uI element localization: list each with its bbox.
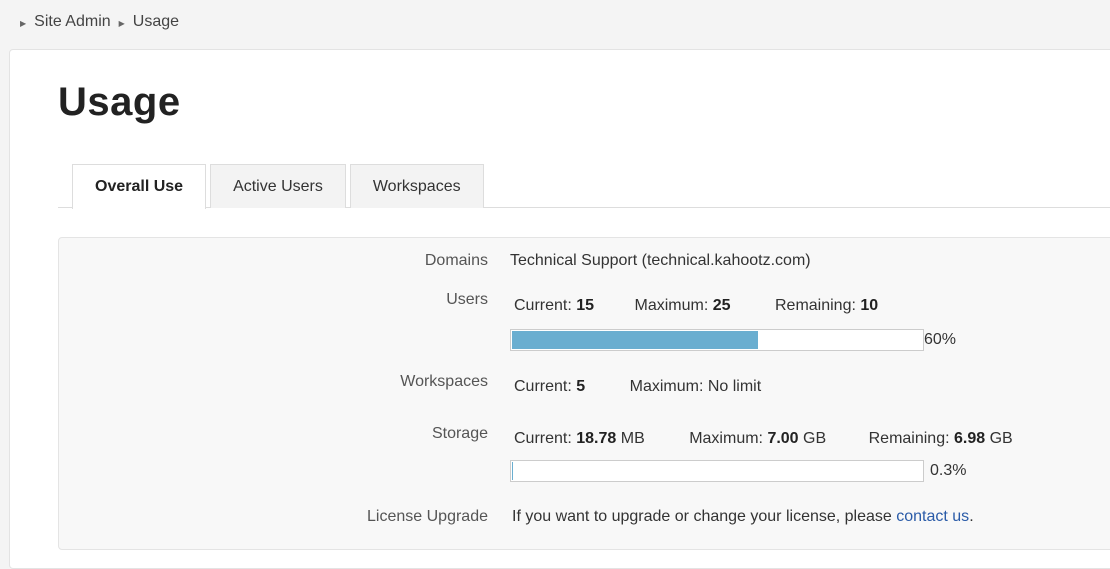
license-value: If you want to upgrade or change your li… — [512, 508, 974, 525]
contact-us-link[interactable]: contact us — [896, 508, 969, 525]
users-progress-fill — [512, 331, 758, 349]
domains-label: Domains — [424, 252, 488, 269]
tab-overall-use[interactable]: Overall Use — [72, 164, 207, 209]
storage-progress-fill — [512, 462, 514, 480]
workspaces-maximum: Maximum: No limit — [629, 378, 762, 395]
caret-right-icon: ▶ — [20, 18, 27, 28]
breadcrumb-label: Usage — [132, 13, 180, 30]
storage-progress: 0.3% — [510, 460, 966, 482]
breadcrumb-label: Site Admin — [34, 13, 111, 30]
workspaces-current: Current: 5 — [514, 378, 586, 395]
storage-label: Storage — [431, 425, 488, 442]
tab-bar: Overall Use Active Users Workspaces — [72, 164, 1110, 209]
users-remaining: Remaining: 10 — [774, 297, 879, 314]
breadcrumb-item-usage[interactable]: ▶ Usage — [119, 13, 179, 31]
breadcrumb: ▶ Site Admin ▶ Usage — [20, 0, 179, 44]
storage-progress-bar — [510, 460, 924, 482]
storage-remaining: Remaining: 6.98 GB — [868, 430, 1013, 447]
page-title: Usage — [58, 80, 181, 124]
users-stats: Current: 15 Maximum: 25 Remaining: 10 — [514, 297, 878, 315]
tab-active-users[interactable]: Active Users — [210, 164, 346, 208]
license-label: License Upgrade — [367, 508, 488, 525]
storage-maximum: Maximum: 7.00 GB — [689, 430, 827, 447]
storage-stats: Current: 18.78 MB Maximum: 7.00 GB Remai… — [514, 430, 1013, 448]
users-progress-bar — [510, 329, 924, 351]
users-maximum: Maximum: 25 — [634, 297, 731, 314]
storage-percent: 0.3% — [930, 462, 967, 479]
breadcrumb-item-site-admin[interactable]: ▶ Site Admin — [20, 13, 111, 31]
domains-value: Technical Support (technical.kahootz.com… — [510, 252, 811, 269]
caret-right-icon: ▶ — [118, 18, 125, 28]
users-progress: 60% — [510, 329, 956, 351]
workspaces-label: Workspaces — [400, 373, 488, 390]
users-percent: 60% — [924, 331, 957, 348]
users-label: Users — [446, 291, 488, 308]
storage-current: Current: 18.78 MB — [514, 430, 645, 447]
tab-workspaces[interactable]: Workspaces — [349, 164, 484, 208]
users-current: Current: 15 — [514, 297, 595, 314]
workspaces-stats: Current: 5 Maximum: No limit — [514, 378, 761, 396]
